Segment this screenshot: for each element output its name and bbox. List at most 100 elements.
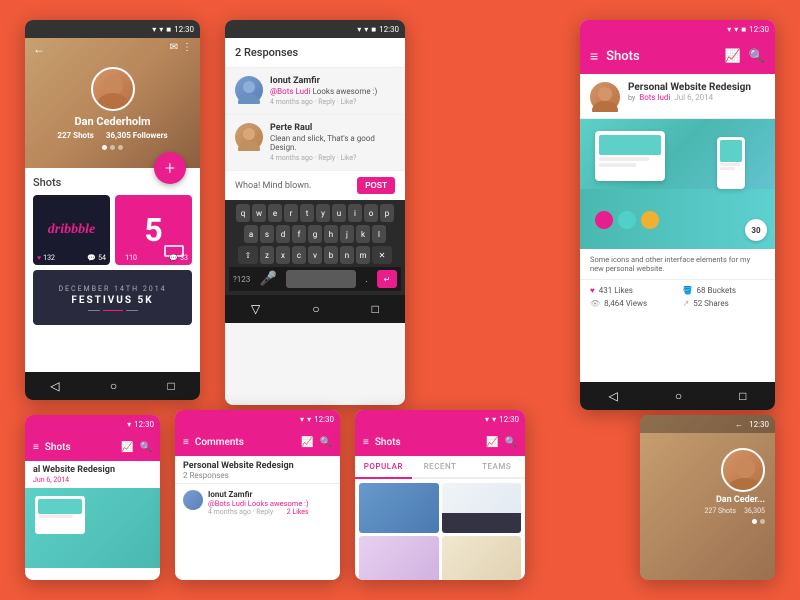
key-delete[interactable]: ✕: [372, 246, 392, 264]
key-u[interactable]: u: [332, 204, 346, 222]
chart-icon[interactable]: 📈: [725, 49, 741, 64]
shot-small-item-1[interactable]: [359, 483, 439, 533]
fab-add-button[interactable]: +: [154, 152, 186, 184]
comment-avatar-1: [235, 76, 263, 104]
key-o[interactable]: o: [364, 204, 378, 222]
back-nav-icon-2[interactable]: ▽: [251, 302, 260, 316]
key-x[interactable]: x: [276, 246, 290, 264]
back-icon[interactable]: ←: [33, 42, 45, 56]
hamburger-icon-6[interactable]: ≡: [363, 437, 369, 448]
hamburger-icon-4[interactable]: ≡: [33, 442, 39, 453]
chart-icon-5[interactable]: 📈: [301, 437, 313, 448]
key-space[interactable]: [286, 270, 356, 288]
comment-small-1: Ionut Zamfir @Bots Ludi Looks awesome :)…: [183, 490, 332, 516]
key-c[interactable]: c: [292, 246, 306, 264]
key-period[interactable]: .: [365, 274, 368, 285]
bucket-stat-icon: 🪣: [683, 286, 693, 295]
followers-stat-7: 36,305: [744, 507, 765, 515]
shot-item-2[interactable]: 5 ♥ 110 💬 33: [115, 195, 192, 265]
key-b[interactable]: b: [324, 246, 338, 264]
more-icon[interactable]: ⋮: [182, 42, 192, 53]
post-input[interactable]: Whoa! Mind blown.: [235, 181, 351, 191]
hamburger-icon-5[interactable]: ≡: [183, 437, 189, 448]
key-d[interactable]: d: [276, 225, 290, 243]
comment-body-1: @Bots Ludi Looks awesome :): [270, 87, 395, 96]
key-enter[interactable]: ↵: [377, 270, 397, 288]
followers-stat: 36,305 Followers: [106, 131, 168, 140]
search-icon-6[interactable]: 🔍: [505, 437, 517, 448]
recent-nav-icon-2[interactable]: □: [372, 302, 379, 316]
recent-nav-icon[interactable]: □: [168, 379, 175, 393]
status-bar-4: ▾ 12:30: [25, 415, 160, 433]
shot-small-item-2[interactable]: [442, 483, 522, 533]
key-shift[interactable]: ⇧: [238, 246, 258, 264]
shot-item-1[interactable]: dribbble ♥ 132 💬 54: [33, 195, 110, 265]
key-a[interactable]: a: [244, 225, 258, 243]
mic-icon[interactable]: 🎤: [259, 271, 276, 287]
chart-icon-4[interactable]: 📈: [121, 442, 133, 453]
key-j[interactable]: j: [340, 225, 354, 243]
key-h[interactable]: h: [324, 225, 338, 243]
shares-count: 52 Shares: [693, 299, 729, 308]
key-v[interactable]: v: [308, 246, 322, 264]
comment-meta-2: 4 months ago · Reply · Like?: [270, 154, 395, 162]
tab-popular[interactable]: POPULAR: [355, 456, 412, 479]
back-nav-icon-3[interactable]: ◁: [609, 389, 618, 403]
key-q[interactable]: q: [236, 204, 250, 222]
key-f[interactable]: f: [292, 225, 306, 243]
key-r[interactable]: r: [284, 204, 298, 222]
shot-item-3[interactable]: DECEMBER 14TH 2014 FESTIVUS 5K: [33, 270, 192, 325]
key-m[interactable]: m: [356, 246, 370, 264]
mail-icon[interactable]: ✉: [170, 42, 178, 53]
comment-av-small-1: [183, 490, 203, 510]
back-nav-icon[interactable]: ◁: [50, 379, 59, 393]
key-z[interactable]: z: [260, 246, 274, 264]
dribbble-logo: dribbble: [48, 222, 95, 238]
key-num[interactable]: ?123: [233, 275, 250, 284]
key-e[interactable]: e: [268, 204, 282, 222]
app-bar-title-3: Shots: [606, 49, 716, 64]
shot-small-item-3[interactable]: [359, 536, 439, 580]
key-w[interactable]: w: [252, 204, 266, 222]
app-bar-5: ≡ Comments 📈 🔍: [175, 428, 340, 456]
home-nav-icon-2[interactable]: ○: [312, 302, 319, 316]
shot-small-item-4[interactable]: [442, 536, 522, 580]
key-g[interactable]: g: [308, 225, 322, 243]
key-p[interactable]: p: [380, 204, 394, 222]
key-t[interactable]: t: [300, 204, 314, 222]
recent-nav-icon-3[interactable]: □: [739, 389, 746, 403]
key-y[interactable]: y: [316, 204, 330, 222]
back-icon-7[interactable]: ←: [735, 420, 743, 429]
search-icon[interactable]: 🔍: [749, 49, 765, 64]
home-nav-icon[interactable]: ○: [110, 379, 117, 393]
shot-likes-2: ♥ 110: [119, 254, 137, 262]
tab-teams[interactable]: TEAMS: [468, 456, 525, 477]
wifi-icon-2: ▾: [364, 25, 368, 34]
comment-item-1: Ionut Zamfir @Bots Ludi Looks awesome :)…: [225, 68, 405, 115]
post-button[interactable]: POST: [357, 177, 395, 194]
chart-icon-6[interactable]: 📈: [486, 437, 498, 448]
likes-stat: ♥ 431 Likes: [590, 286, 673, 295]
key-s[interactable]: s: [260, 225, 274, 243]
time-display-3: 12:30: [749, 25, 769, 34]
home-nav-icon-3[interactable]: ○: [675, 389, 682, 403]
status-bar-7: ← 12:30: [640, 415, 775, 433]
hamburger-icon[interactable]: ≡: [590, 48, 598, 65]
status-bar-5: ▾ ▾ 12:30: [175, 410, 340, 428]
app-bar-title-5: Comments: [195, 437, 295, 448]
eye-stat-icon: 👁: [590, 299, 600, 308]
wifi-icon-6: ▾: [492, 415, 496, 424]
nav-bar-1: ◁ ○ □: [25, 372, 200, 400]
tab-recent[interactable]: RECENT: [412, 456, 469, 477]
search-icon-5[interactable]: 🔍: [320, 437, 332, 448]
key-l[interactable]: l: [372, 225, 386, 243]
shot-author-name: Bots ludi: [639, 93, 670, 102]
phone-comments: ▾ ▾ ■ 12:30 2 Responses Ionut Zamfir @Bo…: [225, 20, 405, 405]
key-n[interactable]: n: [340, 246, 354, 264]
key-k[interactable]: k: [356, 225, 370, 243]
search-icon-4[interactable]: 🔍: [140, 442, 152, 453]
key-i[interactable]: i: [348, 204, 362, 222]
signal-icon-5: ▾: [300, 415, 304, 424]
festivus-label: FESTIVUS 5K: [71, 295, 153, 306]
profile-bottom-content: Dan Ceder... 227 Shots 36,305: [640, 433, 775, 534]
